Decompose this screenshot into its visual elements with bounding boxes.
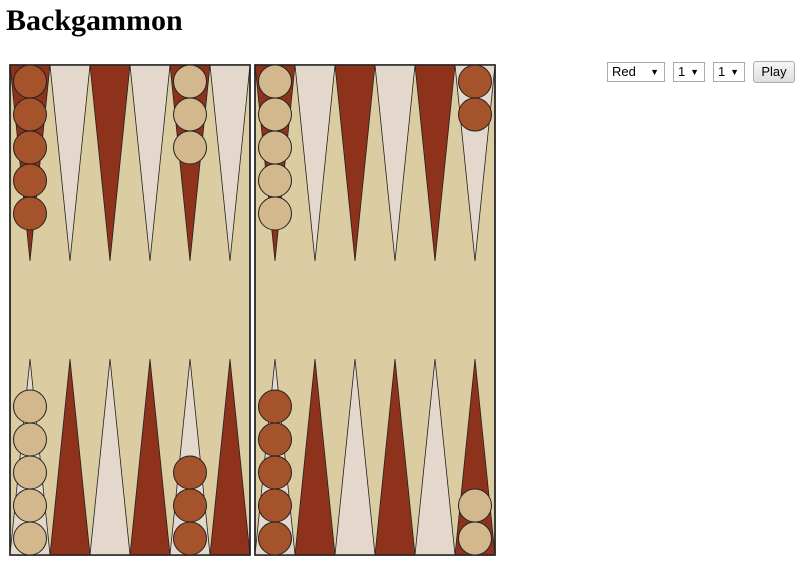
- red-checker: [458, 64, 492, 99]
- player-color-value: Red: [612, 64, 636, 79]
- red-checker: [13, 64, 47, 99]
- backgammon-board[interactable]: [0, 0, 806, 586]
- tan-checker: [458, 521, 492, 556]
- tan-checker: [258, 64, 292, 99]
- die-two-value: 1: [718, 64, 726, 79]
- tan-checker: [13, 521, 47, 556]
- tan-checker: [173, 130, 207, 165]
- die-one-value: 1: [678, 64, 686, 79]
- dropdown-arrow-icon: ▼: [650, 67, 659, 77]
- red-checker: [458, 97, 492, 132]
- red-checker: [173, 455, 207, 490]
- red-checker: [13, 130, 47, 165]
- tan-checker: [13, 422, 47, 457]
- red-checker: [258, 422, 292, 457]
- red-checker: [258, 521, 292, 556]
- player-color-select[interactable]: Red ▼: [607, 62, 665, 82]
- tan-checker: [258, 130, 292, 165]
- dropdown-arrow-icon: ▼: [730, 67, 739, 77]
- red-checker: [258, 389, 292, 424]
- tan-checker: [258, 196, 292, 231]
- tan-checker: [13, 455, 47, 490]
- red-checker: [13, 97, 47, 132]
- red-checker: [173, 488, 207, 523]
- tan-checker: [173, 64, 207, 99]
- board-half: [254, 64, 496, 556]
- red-checker: [13, 196, 47, 231]
- dropdown-arrow-icon: ▼: [690, 67, 699, 77]
- tan-checker: [13, 389, 47, 424]
- red-checker: [258, 455, 292, 490]
- tan-checker: [258, 97, 292, 132]
- red-checker: [258, 488, 292, 523]
- tan-checker: [258, 163, 292, 198]
- play-button[interactable]: Play: [753, 61, 795, 83]
- tan-checker: [173, 97, 207, 132]
- red-checker: [13, 163, 47, 198]
- tan-checker: [458, 488, 492, 523]
- tan-checker: [13, 488, 47, 523]
- board-half: [9, 64, 251, 556]
- red-checker: [173, 521, 207, 556]
- die-two-select[interactable]: 1 ▼: [713, 62, 745, 82]
- die-one-select[interactable]: 1 ▼: [673, 62, 705, 82]
